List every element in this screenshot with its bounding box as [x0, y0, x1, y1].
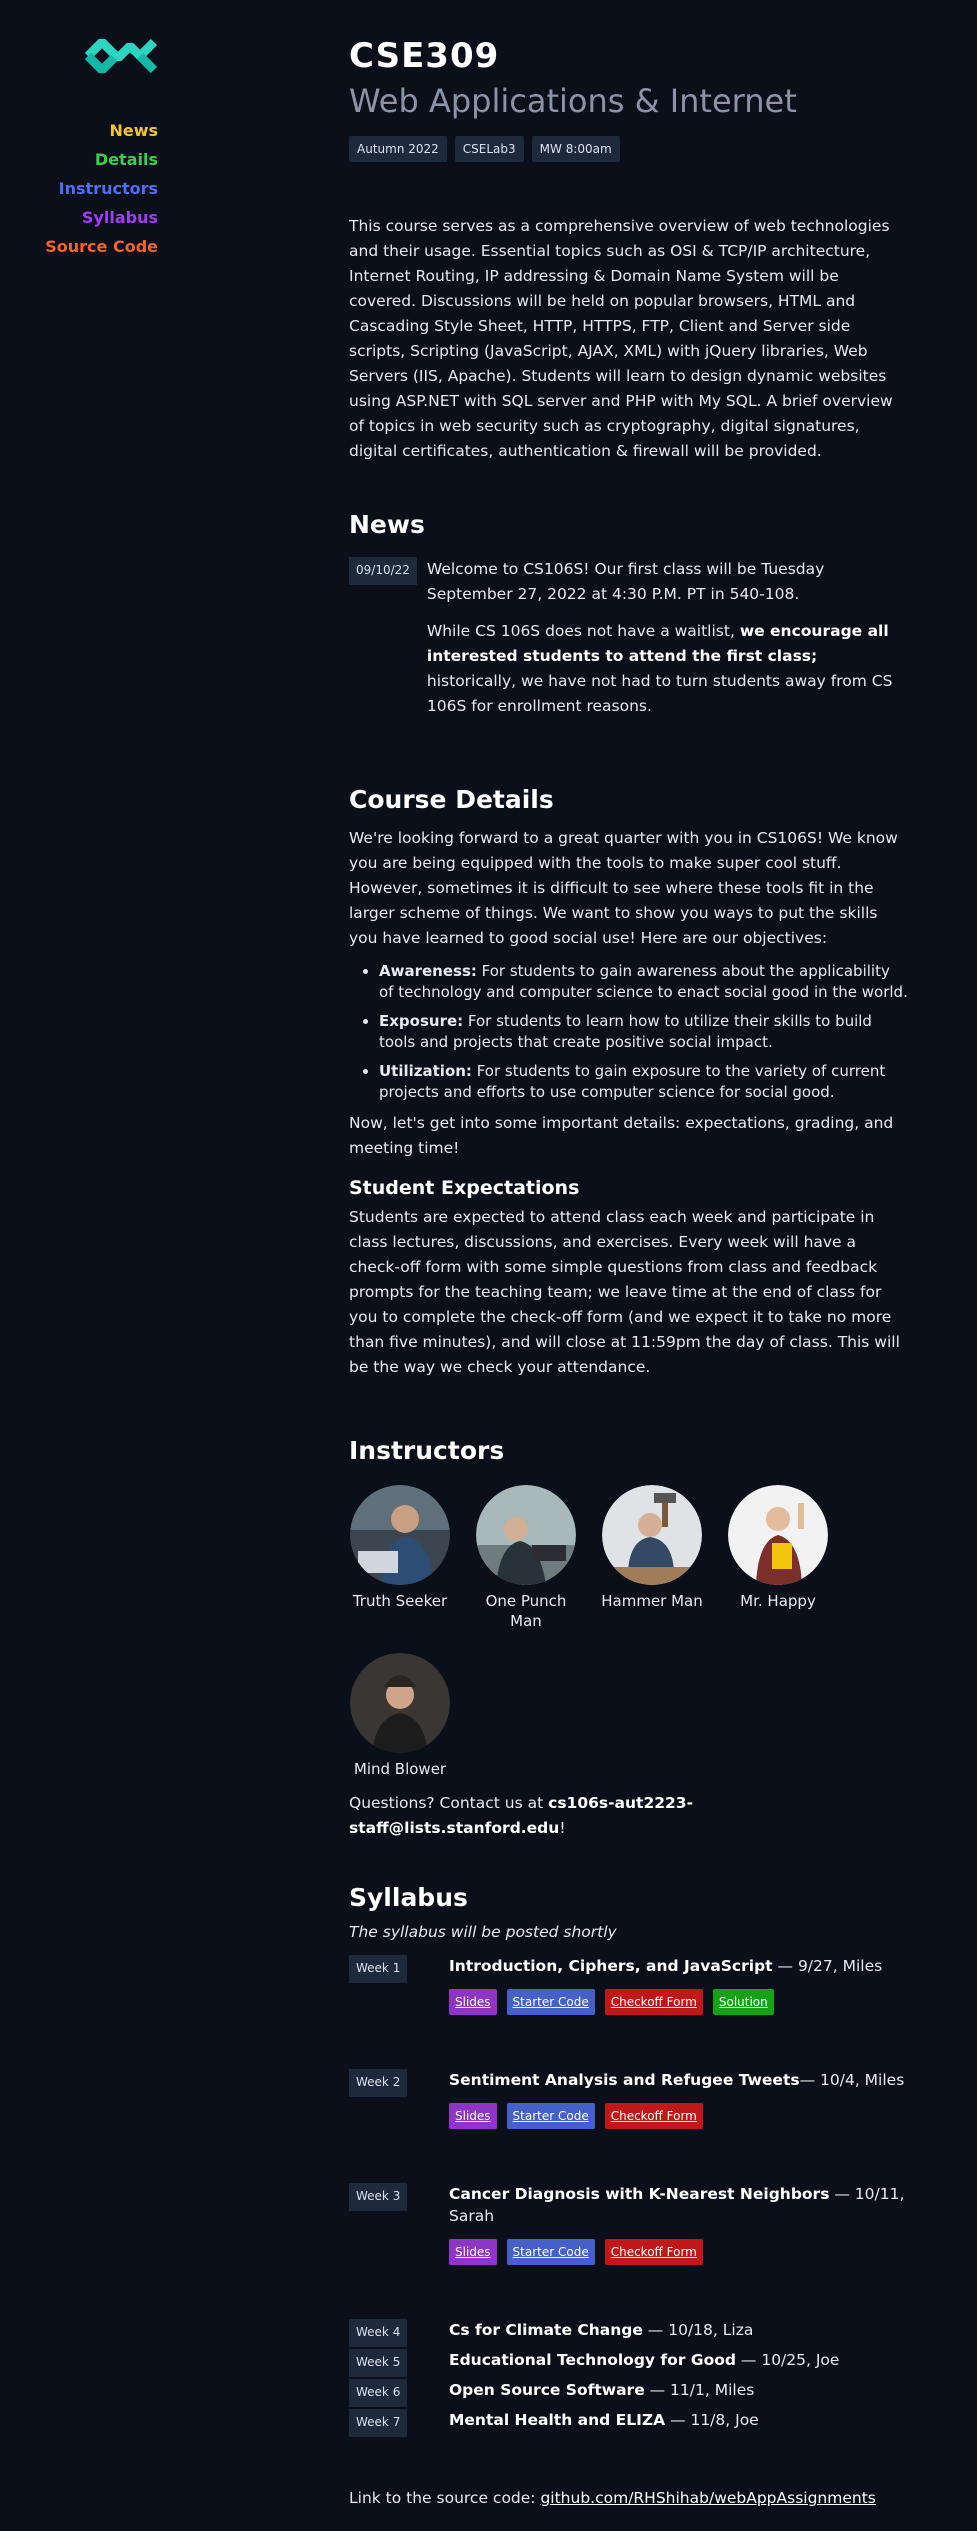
slides-button[interactable]: Slides [449, 1989, 497, 2015]
instructor-name: Mr. Happy [740, 1592, 816, 1610]
checkoff-form-button[interactable]: Checkoff Form [604, 2239, 703, 2265]
nav-source-code[interactable]: Source Code [0, 232, 158, 261]
week-badge: Week 3 [349, 2183, 407, 2211]
expectations-heading: Student Expectations [349, 1177, 580, 1199]
site-logo-icon[interactable] [84, 36, 158, 76]
side-nav: News Details Instructors Syllabus Source… [0, 116, 158, 261]
week-badge: Week 2 [349, 2069, 407, 2097]
starter-code-button[interactable]: Starter Code [506, 2103, 595, 2129]
nav-news[interactable]: News [0, 116, 158, 145]
instructors-section: Instructors Truth Seeker One Punch Man H… [349, 1436, 909, 1841]
week-title: Mental Health and ELIZA — 11/8, Joe [449, 2411, 759, 2429]
news-date: 09/10/22 [349, 557, 417, 585]
news-paragraph-2: While CS 106S does not have a waitlist, … [426, 622, 893, 715]
instructor-card: Mind Blower [349, 1653, 451, 1779]
instructor-card: One Punch Man [475, 1485, 577, 1631]
week-title: Open Source Software — 11/1, Miles [449, 2381, 755, 2399]
course-code: CSE309 [349, 36, 500, 76]
details-heading: Course Details [349, 785, 554, 814]
starter-code-button[interactable]: Starter Code [506, 1989, 595, 2015]
starter-code-button[interactable]: Starter Code [506, 2239, 595, 2265]
course-tags: Autumn 2022 CSELab3 MW 8:00am [349, 136, 909, 162]
avatar [728, 1485, 828, 1585]
avatar [602, 1485, 702, 1585]
avatar [350, 1485, 450, 1585]
list-item: Utilization: For students to gain exposu… [379, 1061, 909, 1103]
week-5-row: Week 5 Educational Technology for Good —… [349, 2349, 909, 2377]
source-code-link[interactable]: github.com/RHShihab/webAppAssignments [540, 2489, 875, 2507]
room-badge: CSELab3 [454, 136, 524, 162]
instructor-name: Mind Blower [353, 1760, 447, 1778]
week-3-row: Week 3 Cancer Diagnosis with K-Nearest N… [349, 2183, 909, 2265]
avatar [476, 1485, 576, 1585]
instructor-card: Hammer Man [601, 1485, 703, 1631]
avatar [350, 1653, 450, 1753]
schedule-badge: MW 8:00am [531, 136, 620, 162]
news-item: 09/10/22 Welcome to CS106S! Our first cl… [349, 557, 909, 719]
instructors-heading: Instructors [349, 1436, 505, 1465]
week-title: Cs for Climate Change — 10/18, Liza [449, 2321, 754, 2339]
week-1-row: Week 1 Introduction, Ciphers, and JavaSc… [349, 1955, 909, 2015]
week-badge: Week 6 [349, 2379, 407, 2407]
source-code-line: Link to the source code: github.com/RHSh… [349, 2489, 876, 2507]
news-paragraph-1: Welcome to CS106S! Our first class will … [426, 560, 825, 603]
syllabus-note: The syllabus will be posted shortly [349, 1923, 617, 1941]
slides-button[interactable]: Slides [449, 2239, 497, 2265]
week-badge: Week 1 [349, 1955, 407, 1983]
objectives-list: Awareness: For students to gain awarenes… [379, 961, 909, 1103]
nav-details[interactable]: Details [0, 145, 158, 174]
week-badge: Week 4 [349, 2319, 407, 2347]
week-4-row: Week 4 Cs for Climate Change — 10/18, Li… [349, 2319, 909, 2347]
term-badge: Autumn 2022 [349, 136, 447, 162]
main-content: CSE309 Web Applications & Internet Autum… [349, 36, 909, 2507]
details-intro: We're looking forward to a great quarter… [349, 829, 898, 947]
instructor-name: Truth Seeker [352, 1592, 448, 1610]
week-badge: Week 5 [349, 2349, 407, 2377]
news-section: News 09/10/22 Welcome to CS106S! Our fir… [349, 510, 909, 719]
list-item: Awareness: For students to gain awarenes… [379, 961, 909, 1003]
week-6-row: Week 6 Open Source Software — 11/1, Mile… [349, 2379, 909, 2407]
syllabus-section: Syllabus The syllabus will be posted sho… [349, 1883, 909, 2437]
nav-syllabus[interactable]: Syllabus [0, 203, 158, 232]
syllabus-heading: Syllabus [349, 1883, 468, 1912]
course-description: This course serves as a comprehensive ov… [349, 217, 893, 460]
instructor-name: One Punch Man [485, 1592, 567, 1630]
week-badge: Week 7 [349, 2409, 407, 2437]
list-item: Exposure: For students to learn how to u… [379, 1011, 909, 1053]
week-title: Sentiment Analysis and Refugee Tweets— 1… [449, 2071, 905, 2089]
upcoming-weeks: Week 4 Cs for Climate Change — 10/18, Li… [349, 2319, 909, 2437]
nav-instructors[interactable]: Instructors [0, 174, 158, 203]
expectations-text: Students are expected to attend class ea… [349, 1208, 900, 1376]
course-title: Web Applications & Internet [349, 82, 797, 120]
checkoff-form-button[interactable]: Checkoff Form [604, 2103, 703, 2129]
week-title: Cancer Diagnosis with K-Nearest Neighbor… [449, 2185, 905, 2225]
week-2-row: Week 2 Sentiment Analysis and Refugee Tw… [349, 2069, 909, 2129]
week-7-row: Week 7 Mental Health and ELIZA — 11/8, J… [349, 2409, 909, 2437]
checkoff-form-button[interactable]: Checkoff Form [604, 1989, 703, 2015]
week-title: Introduction, Ciphers, and JavaScript — … [449, 1957, 883, 1975]
instructor-card: Truth Seeker [349, 1485, 451, 1631]
details-outro: Now, let's get into some important detai… [349, 1114, 894, 1157]
instructor-name: Hammer Man [601, 1592, 703, 1610]
instructor-card: Mr. Happy [727, 1485, 829, 1631]
slides-button[interactable]: Slides [449, 2103, 497, 2129]
contact-line: Questions? Contact us at cs106s-aut2223-… [349, 1794, 694, 1837]
week-title: Educational Technology for Good — 10/25,… [449, 2351, 840, 2369]
solution-button[interactable]: Solution [712, 1989, 774, 2015]
news-heading: News [349, 510, 425, 539]
details-section: Course Details We're looking forward to … [349, 785, 909, 1380]
